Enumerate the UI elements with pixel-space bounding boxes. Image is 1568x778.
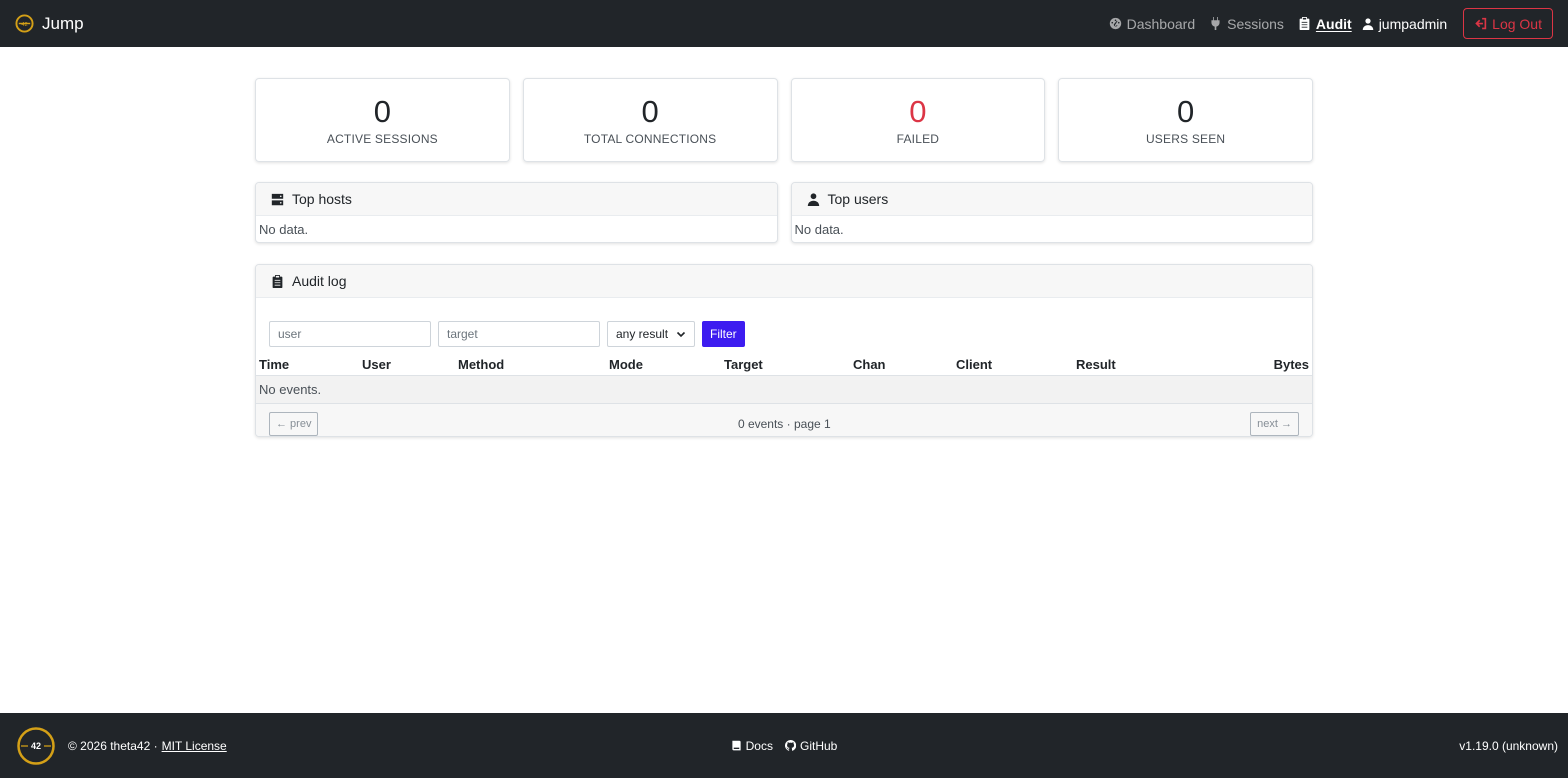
- column-header-chan: Chan: [853, 357, 886, 372]
- nav-user: jumpadmin: [1362, 16, 1447, 32]
- filter-button[interactable]: Filter: [702, 320, 745, 347]
- stat-value: 0: [909, 93, 927, 129]
- top-users-card: Top users No data.: [790, 182, 1313, 243]
- dashboard-gauge-icon: [1109, 17, 1121, 30]
- chevron-down-icon: [676, 331, 686, 337]
- stats-row: 0 ACTIVE SESSIONS 0 TOTAL CONNECTIONS 0 …: [255, 78, 1313, 162]
- nav-audit-label: Audit: [1315, 15, 1352, 32]
- stat-value: 0: [373, 93, 391, 129]
- server-icon: [271, 193, 284, 205]
- nav-sessions[interactable]: Sessions: [1209, 16, 1284, 32]
- column-header-time: Time: [259, 357, 290, 372]
- theta-logo-icon: 42: [15, 14, 34, 33]
- docs-label: Docs: [745, 738, 773, 753]
- version-text: v1.19.0 (unknown): [1459, 738, 1558, 753]
- clipboard-icon: [272, 274, 283, 288]
- stat-card-total-connections: 0 TOTAL CONNECTIONS: [522, 78, 778, 162]
- svg-text:42: 42: [21, 22, 27, 28]
- result-select-value: any result: [616, 326, 669, 341]
- nav-dashboard-label: Dashboard: [1126, 15, 1196, 32]
- plug-icon: [1211, 17, 1220, 30]
- audit-table-header-row: Time User Method Mode Target Chan Client…: [256, 357, 1312, 376]
- logout-label: Log Out: [1492, 15, 1542, 32]
- top-users-title: Top users: [827, 191, 889, 207]
- column-header-target: Target: [724, 357, 763, 372]
- stat-card-users-seen: 0 USERS SEEN: [1058, 78, 1313, 162]
- audit-log-header: Audit log: [256, 265, 1312, 298]
- github-link[interactable]: GitHub: [785, 739, 837, 753]
- column-header-user: User: [362, 357, 391, 372]
- top-hosts-title: Top hosts: [292, 191, 352, 207]
- logout-button[interactable]: Log Out: [1463, 8, 1553, 39]
- github-label: GitHub: [799, 738, 838, 753]
- docs-link[interactable]: Docs: [731, 739, 773, 753]
- top-navbar: 42 Jump Dashboard Sessions Audit jumpadm…: [0, 0, 1568, 47]
- stat-label: TOTAL CONNECTIONS: [583, 131, 717, 146]
- audit-log-title: Audit log: [292, 273, 347, 289]
- pagination-info: 0 events · page 1: [737, 416, 831, 431]
- footer-logo-text: 42: [31, 741, 41, 751]
- top-hosts-card: Top hosts No data.: [255, 182, 778, 243]
- column-header-bytes: Bytes: [1273, 357, 1309, 372]
- audit-log-card: Audit log any result Filter Time User Me…: [255, 264, 1313, 437]
- no-events-message: No events.: [256, 375, 1312, 404]
- stat-value: 0: [641, 93, 659, 129]
- brand-link[interactable]: 42 Jump: [15, 14, 84, 34]
- github-icon: [785, 740, 796, 751]
- top-lists-row: Top hosts No data. Top users No data.: [255, 182, 1313, 243]
- clipboard-icon: [1299, 17, 1310, 30]
- column-header-method: Method: [458, 357, 505, 372]
- book-icon: [732, 740, 741, 751]
- top-hosts-empty: No data.: [259, 222, 309, 237]
- target-filter-input[interactable]: [438, 320, 600, 347]
- license-link[interactable]: MIT License: [162, 739, 227, 753]
- stat-label: USERS SEEN: [1145, 131, 1226, 146]
- nav-username: jumpadmin: [1378, 15, 1448, 32]
- nav-dashboard[interactable]: Dashboard: [1109, 15, 1196, 32]
- prev-page-button[interactable]: ← prev: [269, 411, 319, 436]
- user-icon: [1362, 17, 1373, 30]
- app-title: Jump: [42, 13, 84, 33]
- column-header-mode: Mode: [609, 357, 643, 372]
- result-select[interactable]: any result: [607, 320, 695, 347]
- stat-card-failed: 0 FAILED: [790, 78, 1046, 162]
- top-users-empty: No data.: [794, 222, 844, 237]
- stat-label: ACTIVE SESSIONS: [326, 131, 438, 146]
- user-icon: [807, 192, 819, 206]
- stat-label: FAILED: [896, 131, 940, 146]
- stat-value: 0: [1177, 93, 1195, 129]
- nav-audit[interactable]: Audit: [1298, 16, 1352, 32]
- nav-links: Dashboard Sessions Audit jumpadmin Log O…: [1095, 8, 1553, 39]
- column-header-result: Result: [1076, 357, 1116, 372]
- column-header-client: Client: [956, 357, 993, 372]
- audit-table: Time User Method Mode Target Chan Client…: [256, 357, 1312, 404]
- top-users-header: Top users: [791, 183, 1312, 216]
- table-row: No events.: [256, 375, 1312, 404]
- stat-card-active-sessions: 0 ACTIVE SESSIONS: [255, 78, 510, 162]
- next-page-button[interactable]: next →: [1250, 411, 1299, 436]
- top-hosts-header: Top hosts: [256, 183, 777, 216]
- theta42-logo-icon: 42: [17, 726, 55, 765]
- footer: 42 © 2026 theta42 · MIT License Docs Git…: [0, 713, 1568, 778]
- main-content: 0 ACTIVE SESSIONS 0 TOTAL CONNECTIONS 0 …: [255, 78, 1313, 437]
- audit-filters: any result Filter: [256, 298, 1312, 357]
- copyright-text: © 2026 theta42 ·: [68, 738, 158, 753]
- pagination: ← prev 0 events · page 1 next →: [256, 404, 1312, 436]
- nav-sessions-label: Sessions: [1227, 15, 1284, 32]
- footer-links: Docs GitHub: [0, 713, 1568, 778]
- footer-copyright: © 2026 theta42 · MIT License: [68, 739, 227, 753]
- user-filter-input[interactable]: [269, 320, 431, 347]
- logout-icon: [1475, 17, 1487, 30]
